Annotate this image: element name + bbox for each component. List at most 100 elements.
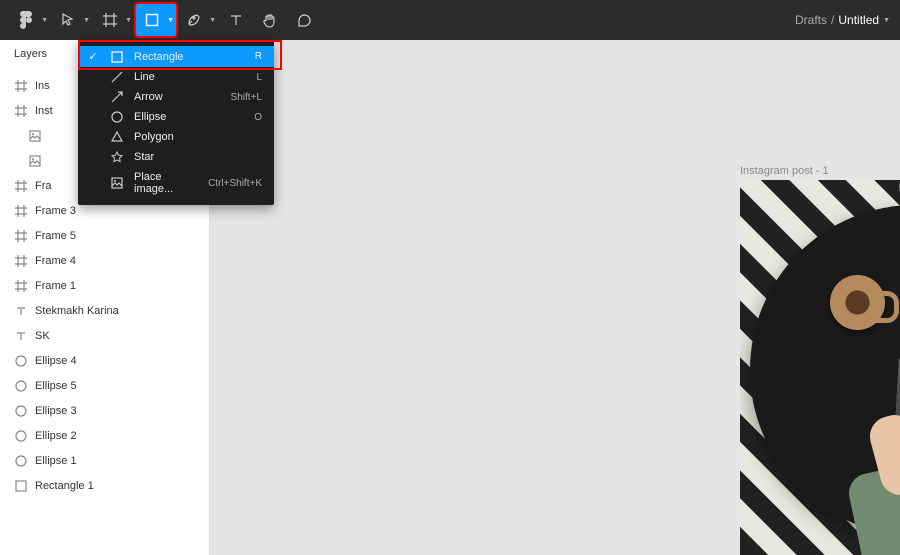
option-label: Polygon <box>134 131 252 143</box>
frame-icon <box>14 229 27 242</box>
ellipse-icon <box>110 111 124 123</box>
shape-option-ellipse[interactable]: Ellipse O <box>78 107 274 127</box>
rectangle-icon <box>145 13 159 27</box>
shape-option-arrow[interactable]: Arrow Shift+L <box>78 87 274 107</box>
layer-label: Inst <box>35 105 53 117</box>
option-label: Star <box>134 151 252 163</box>
image-icon <box>110 177 124 189</box>
layer-label: Frame 1 <box>35 280 76 292</box>
toolbar-tools: ▼ ▼ ▼ ▼ ▼ <box>10 4 320 36</box>
rect-icon <box>14 479 27 492</box>
layer-item[interactable]: Frame 5 <box>0 223 209 248</box>
ellipse-icon <box>14 379 27 392</box>
layer-item[interactable]: Ellipse 1 <box>0 448 209 473</box>
breadcrumb-root: Drafts <box>795 13 827 27</box>
frame-icon <box>14 79 27 92</box>
frame-icon <box>103 13 117 27</box>
option-label: Ellipse <box>134 111 244 123</box>
frame-icon <box>14 254 27 267</box>
option-label: Rectangle <box>134 51 245 63</box>
shape-option-rectangle[interactable]: ✓ Rectangle R <box>78 46 274 67</box>
placed-image <box>740 180 900 555</box>
frame-icon <box>14 279 27 292</box>
option-shortcut: L <box>256 72 262 83</box>
layer-label: Ellipse 1 <box>35 455 77 467</box>
layer-item[interactable]: Frame 1 <box>0 273 209 298</box>
shape-option-polygon[interactable]: Polygon <box>78 127 274 147</box>
frame-icon <box>14 204 27 217</box>
cursor-icon <box>61 13 75 27</box>
chevron-down-icon: ▼ <box>83 17 90 24</box>
layer-label: SK <box>35 330 50 342</box>
rect-icon <box>110 51 124 63</box>
star-icon <box>110 151 124 163</box>
line-icon <box>110 71 124 83</box>
canvas-frame[interactable] <box>740 180 900 555</box>
image-icon <box>28 129 41 142</box>
breadcrumb-separator: / <box>831 13 834 27</box>
comment-icon <box>297 13 312 28</box>
breadcrumb[interactable]: Drafts / Untitled ▼ <box>795 13 890 27</box>
chevron-down-icon: ▼ <box>125 17 132 24</box>
ellipse-icon <box>14 354 27 367</box>
top-toolbar: ▼ ▼ ▼ ▼ ▼ Drafts / Untitled ▼ <box>0 0 900 40</box>
text-icon <box>229 13 243 27</box>
option-shortcut: Shift+L <box>231 92 262 103</box>
pen-icon <box>186 12 202 28</box>
layer-label: Frame 3 <box>35 205 76 217</box>
comment-tool[interactable] <box>288 4 320 36</box>
shape-tool-dropdown: ✓ Rectangle R Line L Arrow Shift+L Ellipse OPoly… <box>78 40 274 205</box>
hand-icon <box>262 12 278 28</box>
option-shortcut: O <box>254 112 262 123</box>
ellipse-icon <box>14 404 27 417</box>
chevron-down-icon: ▼ <box>209 17 216 24</box>
layer-item[interactable]: Ellipse 2 <box>0 423 209 448</box>
frame-tool[interactable]: ▼ <box>94 4 134 36</box>
layer-item[interactable]: Stekmakh Karina <box>0 298 209 323</box>
move-tool[interactable]: ▼ <box>52 4 92 36</box>
text-icon <box>14 304 27 317</box>
option-label: Place image... <box>134 171 198 195</box>
option-shortcut: R <box>255 51 262 62</box>
ellipse-icon <box>14 454 27 467</box>
layer-item[interactable]: Ellipse 3 <box>0 398 209 423</box>
layer-item[interactable]: SK <box>0 323 209 348</box>
layer-item[interactable]: Ellipse 5 <box>0 373 209 398</box>
option-label: Arrow <box>134 91 221 103</box>
frame-icon <box>14 104 27 117</box>
layer-label: Stekmakh Karina <box>35 305 119 317</box>
layer-label: Ins <box>35 80 50 92</box>
canvas[interactable]: Instagram post - 1 <box>210 40 900 555</box>
layer-item[interactable]: Rectangle 1 <box>0 473 209 498</box>
layer-label: Rectangle 1 <box>35 480 94 492</box>
option-shortcut: Ctrl+Shift+K <box>208 178 262 189</box>
layer-label: Fra <box>35 180 52 192</box>
check-icon: ✓ <box>86 50 100 63</box>
chevron-down-icon: ▼ <box>167 17 174 24</box>
chevron-down-icon[interactable]: ▼ <box>883 17 890 24</box>
shape-tool[interactable]: ▼ <box>136 4 176 36</box>
pen-tool[interactable]: ▼ <box>178 4 218 36</box>
chevron-down-icon: ▼ <box>41 17 48 24</box>
shape-option-star[interactable]: Star <box>78 147 274 167</box>
ellipse-icon <box>14 429 27 442</box>
main-menu-button[interactable]: ▼ <box>10 4 50 36</box>
file-name[interactable]: Untitled <box>838 13 879 27</box>
layer-label: Frame 4 <box>35 255 76 267</box>
layer-label: Ellipse 2 <box>35 430 77 442</box>
image-icon <box>28 154 41 167</box>
hand-tool[interactable] <box>254 4 286 36</box>
layer-label: Ellipse 3 <box>35 405 77 417</box>
option-label: Line <box>134 71 246 83</box>
layer-item[interactable]: Frame 4 <box>0 248 209 273</box>
text-icon <box>14 329 27 342</box>
layer-label: Frame 5 <box>35 230 76 242</box>
shape-option-line[interactable]: Line L <box>78 67 274 87</box>
frame-label[interactable]: Instagram post - 1 <box>740 165 829 177</box>
layer-item[interactable]: Ellipse 4 <box>0 348 209 373</box>
shape-option-place-image-[interactable]: Place image... Ctrl+Shift+K <box>78 167 274 199</box>
layer-label: Ellipse 5 <box>35 380 77 392</box>
text-tool[interactable] <box>220 4 252 36</box>
layer-label: Ellipse 4 <box>35 355 77 367</box>
polygon-icon <box>110 131 124 143</box>
